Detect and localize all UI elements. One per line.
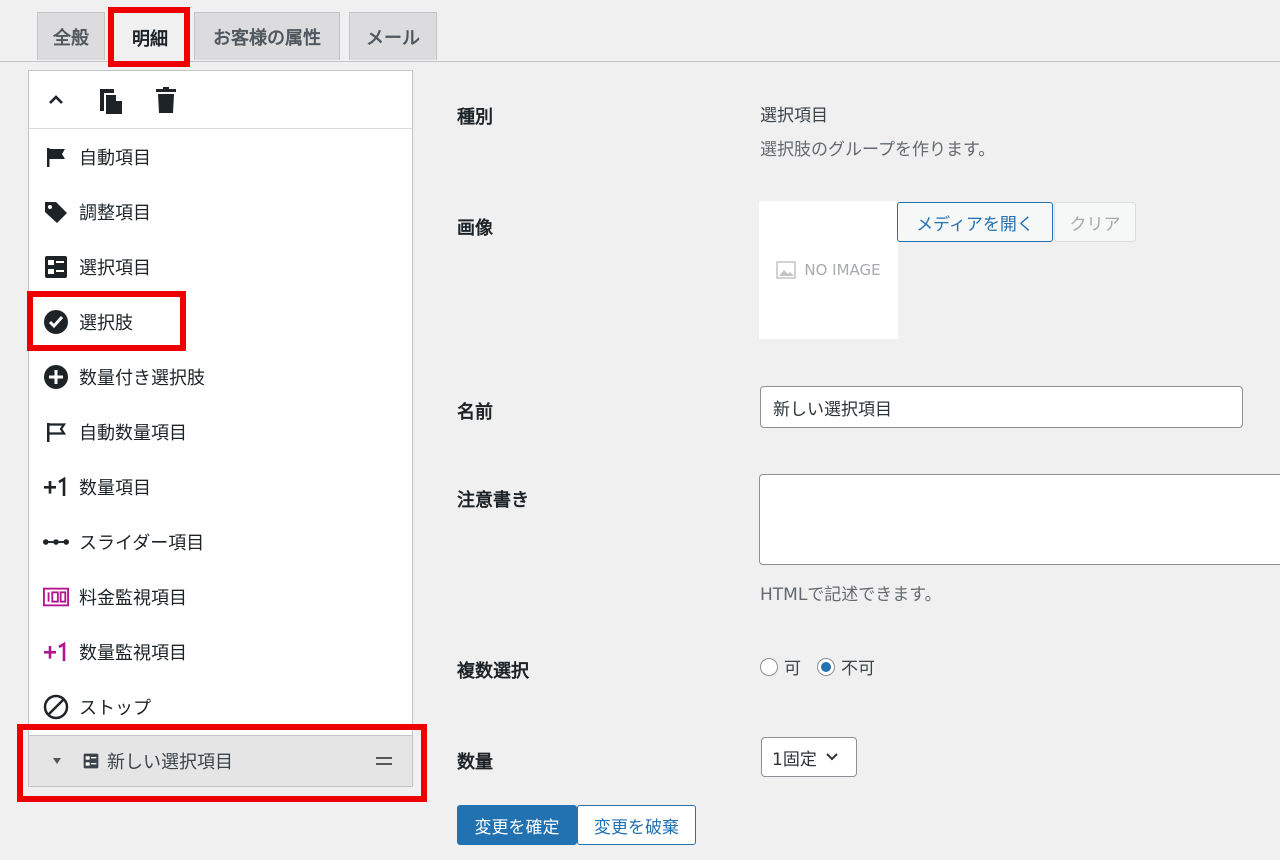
chevron-up-icon[interactable] (41, 85, 71, 115)
plus-circle-icon (43, 364, 69, 390)
note-description: HTMLで記述できます。 (760, 585, 942, 605)
counter-100-icon (43, 584, 69, 610)
tab-mail[interactable]: メール (349, 12, 437, 60)
plus-one-magenta-icon (43, 639, 69, 665)
multi-select-yes-label: 可 (784, 659, 801, 679)
tab-details-label: 明細 (132, 28, 168, 50)
type-value: 選択項目 (760, 106, 828, 126)
tab-details[interactable]: 明細 (111, 12, 189, 62)
no-image-text: NO IMAGE (804, 261, 881, 279)
quantity-select[interactable]: 1固定 (761, 737, 857, 777)
flag-filled-icon (43, 144, 69, 170)
item-type-label: 数量項目 (79, 477, 151, 499)
image-placeholder-icon (776, 261, 797, 279)
item-type-adjust[interactable]: 調整項目 (29, 184, 412, 239)
tab-mail-label: メール (366, 27, 420, 49)
image-label: 画像 (457, 218, 493, 239)
quantity-select-value: 1固定 (772, 749, 817, 770)
multi-select-label: 複数選択 (457, 661, 529, 682)
item-type-qty[interactable]: 数量項目 (29, 459, 412, 514)
name-label: 名前 (457, 402, 493, 423)
tab-customer-attributes-label: お客様の属性 (213, 27, 321, 49)
item-type-label: 選択肢 (79, 312, 133, 334)
stop-icon (43, 694, 69, 720)
item-type-label: 自動数量項目 (79, 422, 187, 444)
check-circle-icon (43, 309, 69, 335)
item-type-option-qty[interactable]: 数量付き選択肢 (29, 349, 412, 404)
type-description: 選択肢のグループを作ります。 (760, 140, 996, 160)
palette-toolbar (29, 71, 412, 129)
item-type-label: 数量監視項目 (79, 642, 187, 664)
drag-handle-icon[interactable] (376, 757, 392, 765)
item-type-label: 料金監視項目 (79, 587, 187, 609)
confirm-changes-button[interactable]: 変更を確定 (457, 805, 577, 845)
slider-icon (43, 529, 69, 555)
multi-select-yes-radio[interactable] (760, 657, 778, 676)
tab-customer-attributes[interactable]: お客様の属性 (194, 12, 340, 60)
name-input-value: 新しい選択項目 (773, 399, 892, 420)
item-type-auto[interactable]: 自動項目 (29, 129, 412, 184)
item-type-auto-qty[interactable]: 自動数量項目 (29, 404, 412, 459)
list-box-icon (43, 254, 69, 280)
tag-icon (43, 199, 69, 225)
tab-general[interactable]: 全般 (37, 12, 105, 60)
item-type-label: 自動項目 (79, 147, 151, 169)
multi-select-group: 可 不可 (760, 654, 875, 679)
tab-bar: 全般 明細 お客様の属性 メール (0, 0, 1280, 62)
item-palette: 自動項目 調整項目 選択項目 選択肢 数量付き選択肢 自動数量項目 数量項目 ス… (28, 70, 413, 738)
type-label: 種別 (457, 107, 493, 128)
item-type-label: 数量付き選択肢 (79, 367, 205, 389)
tab-general-label: 全般 (53, 27, 89, 49)
note-label: 注意書き (457, 490, 529, 511)
quantity-label: 数量 (457, 752, 493, 773)
list-box-icon (83, 753, 99, 769)
note-textarea[interactable] (759, 474, 1280, 565)
image-preview: NO IMAGE (759, 201, 898, 339)
name-input[interactable]: 新しい選択項目 (760, 386, 1243, 428)
multi-select-no-label: 不可 (841, 659, 875, 679)
item-type-option[interactable]: 選択肢 (29, 294, 412, 349)
item-type-label: 選択項目 (79, 257, 151, 279)
item-type-slider[interactable]: スライダー項目 (29, 514, 412, 569)
multi-select-no-radio[interactable] (817, 657, 835, 676)
item-type-label: スライダー項目 (79, 532, 205, 554)
plus-one-icon (43, 474, 69, 500)
item-type-qty-watch[interactable]: 数量監視項目 (29, 624, 412, 679)
trash-icon[interactable] (151, 85, 181, 115)
caret-down-icon[interactable] (53, 758, 61, 764)
chevron-down-icon (826, 753, 838, 761)
item-type-label: ストップ (79, 697, 151, 719)
flag-outline-icon (43, 419, 69, 445)
added-item-label: 新しい選択項目 (107, 752, 233, 773)
added-item-row[interactable]: 新しい選択項目 (28, 735, 413, 787)
open-media-button[interactable]: メディアを開く (897, 202, 1053, 242)
item-type-stop[interactable]: ストップ (29, 679, 412, 734)
discard-changes-button[interactable]: 変更を破棄 (577, 805, 696, 845)
item-type-price-watch[interactable]: 料金監視項目 (29, 569, 412, 624)
copy-icon[interactable] (96, 85, 126, 115)
item-type-select[interactable]: 選択項目 (29, 239, 412, 294)
item-type-label: 調整項目 (79, 202, 151, 224)
clear-button[interactable]: クリア (1054, 202, 1136, 242)
